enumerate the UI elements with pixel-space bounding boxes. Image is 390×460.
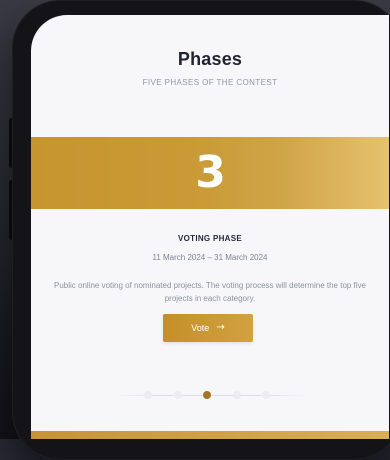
arrow-right-icon: → [216,323,224,333]
next-card-peek [31,431,389,439]
phase-pager [31,385,389,405]
pager-dot-5[interactable] [262,391,270,399]
page-subtitle: FIVE PHASES OF THE CONTEST [31,78,389,87]
phases-header: Phases FIVE PHASES OF THE CONTEST [31,49,389,87]
phone-screen: Phases FIVE PHASES OF THE CONTEST 3 VOTI… [31,15,389,439]
page-title: Phases [31,49,389,70]
phase-dates: 11 March 2024 – 31 March 2024 [31,253,389,262]
pager-dot-4[interactable] [233,391,241,399]
phase-description: Public online voting of nominated projec… [49,279,371,305]
pager-dot-2[interactable] [174,391,182,399]
pager-dot-1[interactable] [144,391,152,399]
phase-number-band: 3 [31,137,389,209]
phase-name: VOTING PHASE [31,234,389,243]
vote-button[interactable]: Vote → [163,314,253,342]
vote-button-label: Vote [191,323,209,333]
phase-number: 3 [31,141,389,205]
pager-dot-3[interactable] [203,391,211,399]
